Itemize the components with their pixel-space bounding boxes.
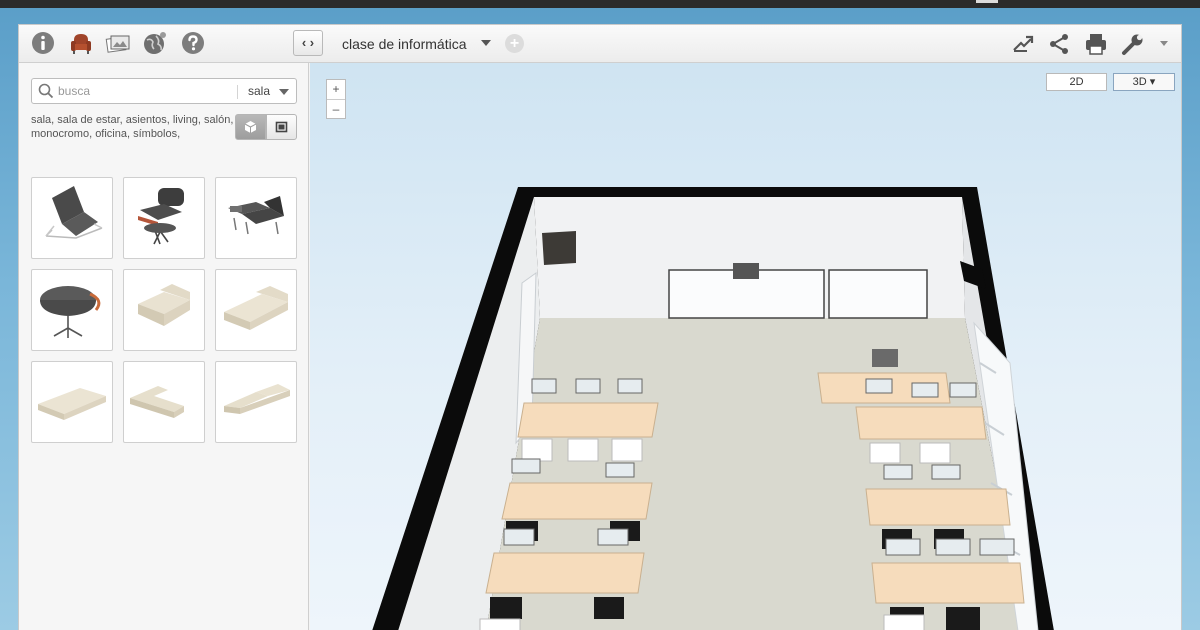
zoom-out-button[interactable]: – [327,99,345,118]
browser-top-bar [0,0,1200,8]
search-icon [38,83,54,99]
floor-plan-3d-scene[interactable] [310,63,1182,630]
photos-icon[interactable] [105,30,131,56]
catalog-item-sofa-two-seat[interactable] [215,269,297,351]
search-divider [237,85,238,99]
search-box: sala [31,78,297,104]
3d-viewport[interactable]: + – 2D 3D ▾ [310,63,1182,630]
toolbar: ‹ › clase de informática + [19,25,1181,63]
catalog-sidebar: sala sala, sala de estar, asientos, livi… [19,63,309,630]
help-icon[interactable] [180,30,206,56]
category-select[interactable]: sala [248,84,270,98]
catalog-item-daybed[interactable] [215,177,297,259]
2d-square-icon [275,121,288,133]
catalog-item-sectional-sofa[interactable] [123,361,205,443]
top-bar-indicator [976,0,998,3]
chevron-down-icon[interactable] [1160,41,1168,46]
wrench-icon[interactable] [1121,32,1145,56]
catalog-item-lounge-chair[interactable] [31,177,113,259]
desk-group-right-3 [865,488,1015,556]
zoom-in-button[interactable]: + [327,80,345,99]
catalog-item-sofa-three-seat[interactable] [31,361,113,443]
desk-group-left-1 [517,378,659,462]
globe-icon[interactable] [142,30,168,56]
export-icon[interactable] [1011,32,1035,56]
zoom-control: + – [326,79,346,119]
3d-cube-icon [244,121,257,133]
share-icon[interactable] [1047,32,1071,56]
floorplanner-app: ‹ › clase de informática + sala sala, sa… [18,24,1182,630]
collapse-sidebar-button[interactable]: ‹ › [293,30,323,56]
catalog-view-toggle [235,114,297,140]
add-project-button[interactable]: + [505,34,524,53]
project-title[interactable]: clase de informática [342,36,467,52]
info-icon[interactable] [30,30,56,56]
cabinet [542,231,576,265]
view-2d-button[interactable]: 2D [1046,73,1107,91]
view-3d-button[interactable]: 3D ▾ [1113,73,1175,91]
chevron-down-icon[interactable] [481,40,491,46]
catalog-2d-button[interactable] [266,114,297,140]
whiteboard-right [828,269,928,319]
catalog-item-eames-chair[interactable] [123,177,205,259]
print-icon[interactable] [1084,32,1108,56]
catalog-item-ottoman[interactable] [31,269,113,351]
search-tags: sala, sala de estar, asientos, living, s… [31,114,234,140]
armchair-icon[interactable] [68,30,94,56]
projector [733,263,759,279]
chevron-down-icon[interactable] [279,89,289,95]
catalog-3d-button[interactable] [235,114,266,140]
search-input[interactable] [58,82,228,100]
catalog-item-corner-sofa[interactable] [215,361,297,443]
catalog-item-armchair[interactable] [123,269,205,351]
